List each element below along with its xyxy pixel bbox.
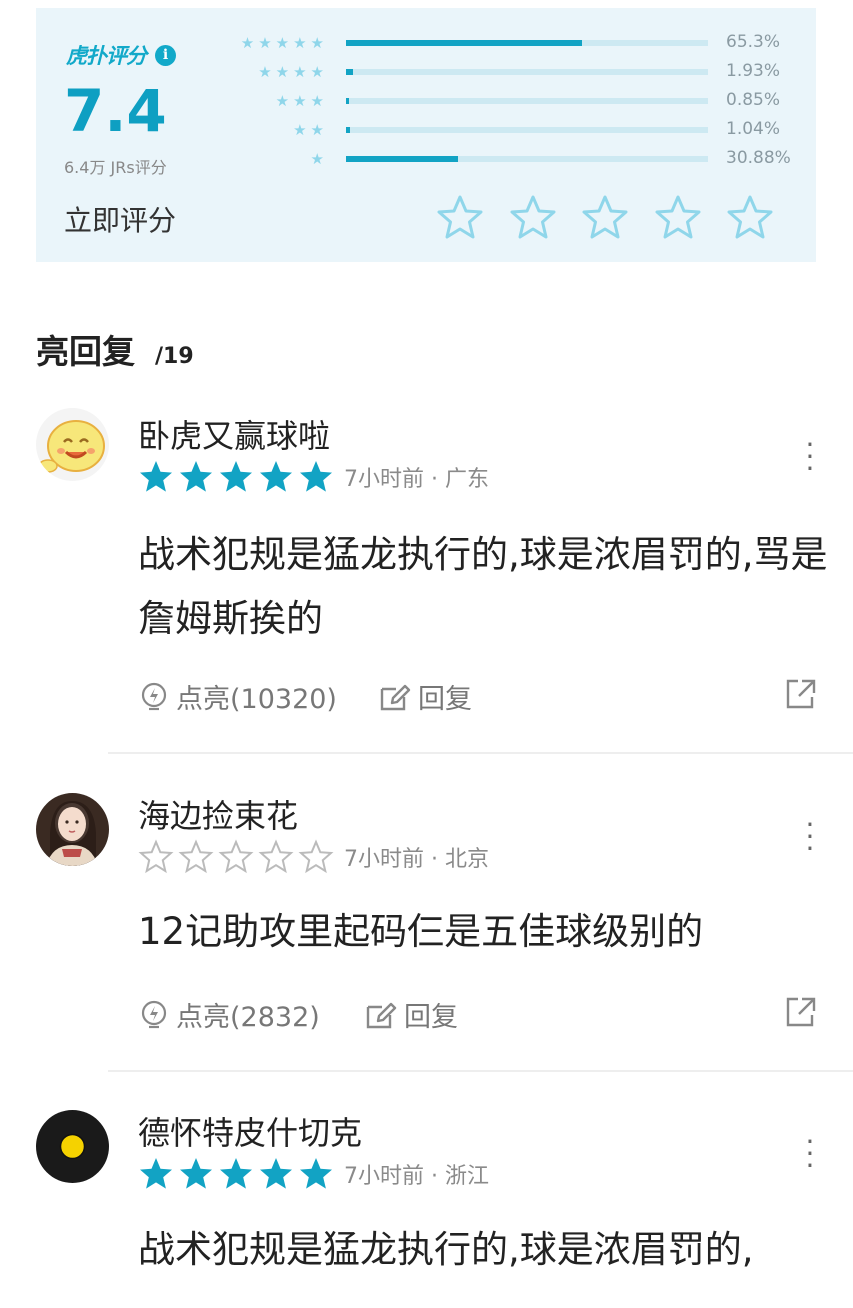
divider: [108, 1070, 853, 1072]
rating-distribution-row-3: ★★★ 0.85%: [216, 90, 796, 110]
section-title: 亮回复: [36, 332, 135, 371]
comment-actions: 点亮(10320) 回复: [138, 677, 818, 717]
rating-distribution-row-5: ★★★★★ 65.3%: [216, 32, 796, 52]
divider: [108, 752, 853, 754]
comment-meta: 7小时前 · 浙江: [138, 1154, 489, 1194]
distribution-bar: [346, 69, 708, 75]
comment-text: 战术犯规是猛龙执行的,球是浓眉罚的,骂是詹姆斯挨的: [138, 533, 828, 640]
rate-star-5-icon[interactable]: [726, 194, 774, 240]
star-row-icon: ★★★: [275, 92, 328, 110]
filled-star-icon: [220, 461, 252, 492]
rating-panel: 虎扑评分 i 7.4 6.4万 JRs评分 立即评分 ★★★★★ 65.3% ★…: [36, 8, 816, 262]
avatar[interactable]: [36, 793, 109, 866]
empty-star-icon: [298, 839, 334, 874]
distribution-bar-fill: [346, 127, 350, 133]
filled-star-icon: [260, 1158, 292, 1189]
distribution-bar-fill: [346, 98, 350, 104]
avatar[interactable]: [36, 1110, 109, 1183]
like-label: 点亮(10320): [176, 684, 337, 715]
edit-reply-icon: [380, 684, 411, 710]
rating-brand: 虎扑评分 i: [66, 40, 176, 70]
like-label: 点亮(2832): [176, 1002, 320, 1033]
rating-score: 7.4: [64, 77, 167, 145]
empty-star-icon: [258, 839, 294, 874]
comment-time-location: 7小时前 · 北京: [344, 847, 489, 872]
comment-time-location: 7小时前 · 浙江: [344, 1164, 489, 1189]
filled-star-icon: [220, 1158, 252, 1189]
share-icon[interactable]: [784, 995, 818, 1029]
share-icon[interactable]: [784, 677, 818, 711]
user-rating-stars: [138, 459, 338, 495]
bvb-logo-icon: [36, 1110, 109, 1183]
cartoon-chick-icon: [36, 408, 109, 481]
info-icon[interactable]: i: [155, 44, 176, 66]
distribution-bar-fill: [346, 156, 458, 162]
distribution-percent: 1.04%: [726, 119, 781, 139]
section-header: 亮回复 /19: [36, 325, 194, 373]
empty-star-icon: [218, 839, 254, 874]
filled-star-icon: [300, 1158, 332, 1189]
filled-star-icon: [260, 461, 292, 492]
user-rating-stars: [138, 839, 338, 875]
rating-distribution-row-2: ★★ 1.04%: [216, 119, 796, 139]
distribution-bar: [346, 98, 708, 104]
distribution-percent: 1.93%: [726, 61, 781, 81]
reply-label: 回复: [418, 684, 472, 715]
section-count: /19: [155, 344, 194, 369]
username[interactable]: 德怀特皮什切克: [138, 1108, 362, 1154]
reply-label: 回复: [404, 1002, 458, 1033]
username[interactable]: 卧虎又赢球啦: [138, 411, 330, 457]
distribution-bar: [346, 156, 708, 162]
lightbulb-bolt-icon: [141, 1000, 167, 1028]
username[interactable]: 海边捡束花: [138, 791, 298, 837]
brand-logo-text: 虎扑评分: [66, 44, 147, 68]
distribution-percent: 0.85%: [726, 90, 781, 110]
rate-star-4-icon[interactable]: [654, 194, 702, 240]
star-row-icon: ★★: [293, 121, 328, 139]
comment-text: 战术犯规是猛龙执行的,球是浓眉罚的,: [138, 1228, 754, 1271]
distribution-bar: [346, 127, 708, 133]
rate-star-1-icon[interactable]: [436, 194, 484, 240]
filled-star-icon: [180, 1158, 212, 1189]
star-row-icon: ★: [310, 150, 328, 168]
distribution-bar-fill: [346, 40, 583, 46]
user-rating-stars: [138, 1156, 338, 1192]
filled-star-icon: [140, 1158, 172, 1189]
like-button[interactable]: 点亮(10320): [138, 677, 337, 716]
filled-star-icon: [300, 461, 332, 492]
reply-button[interactable]: 回复: [364, 995, 458, 1034]
distribution-bar: [346, 40, 708, 46]
comment-time-location: 7小时前 · 广东: [344, 467, 489, 492]
rate-star-3-icon[interactable]: [581, 194, 629, 240]
lightbulb-bolt-icon: [141, 682, 167, 710]
comment-text: 12记助攻里起码仨是五佳球级别的: [138, 910, 704, 953]
more-options-icon[interactable]: · · ·: [800, 811, 820, 863]
empty-star-icon: [138, 839, 174, 874]
more-options-icon[interactable]: · · ·: [800, 431, 820, 483]
empty-star-icon: [178, 839, 214, 874]
filled-star-icon: [180, 461, 212, 492]
edit-reply-icon: [366, 1002, 397, 1028]
like-button[interactable]: 点亮(2832): [138, 995, 320, 1034]
rate-now-label[interactable]: 立即评分: [64, 199, 176, 239]
star-row-icon: ★★★★: [258, 63, 328, 81]
distribution-bar-fill: [346, 69, 353, 75]
rating-distribution-row-4: ★★★★ 1.93%: [216, 61, 796, 81]
reply-button[interactable]: 回复: [378, 677, 472, 716]
star-row-icon: ★★★★★: [240, 34, 328, 52]
rate-star-2-icon[interactable]: [509, 194, 557, 240]
filled-star-icon: [140, 461, 172, 492]
user-photo-icon: [36, 793, 109, 866]
rating-distribution-row-1: ★ 30.88%: [216, 148, 796, 168]
avatar[interactable]: [36, 408, 109, 481]
distribution-percent: 30.88%: [726, 148, 791, 168]
more-options-icon[interactable]: · · ·: [800, 1128, 820, 1180]
comment-meta: 7小时前 · 北京: [138, 837, 489, 877]
comment-actions: 点亮(2832) 回复: [138, 995, 818, 1035]
comment-meta: 7小时前 · 广东: [138, 457, 489, 497]
rating-count: 6.4万 JRs评分: [64, 158, 167, 177]
distribution-percent: 65.3%: [726, 32, 781, 52]
rate-star-picker: [436, 194, 799, 240]
